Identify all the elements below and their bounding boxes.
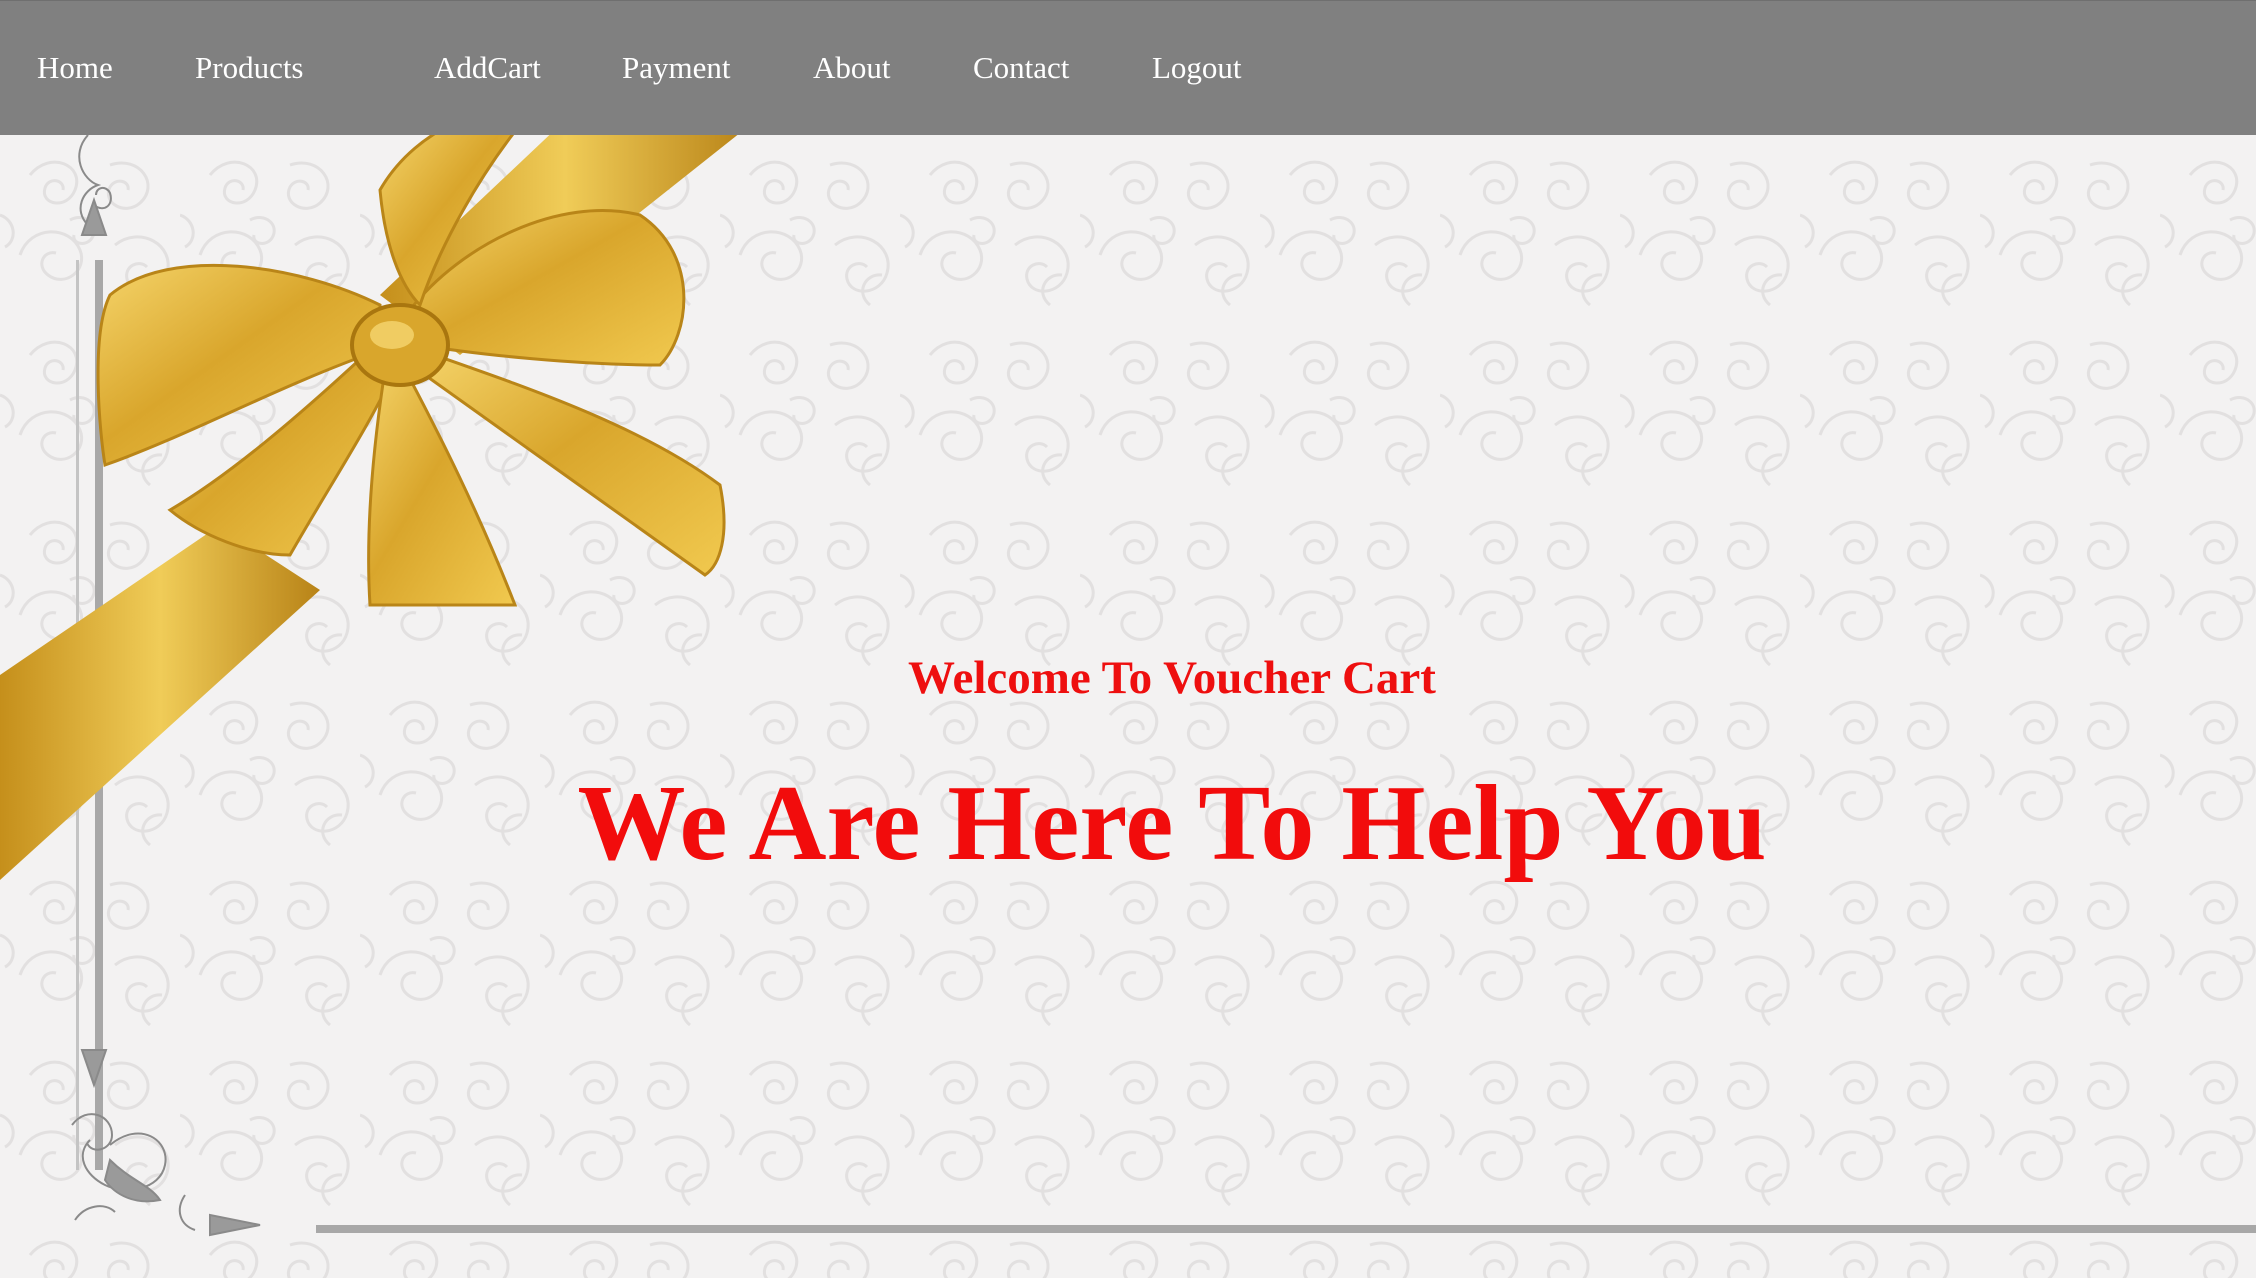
nav-home-link[interactable]: Home [37,48,113,88]
page: Home Products AddCart Payment About Cont… [0,0,2256,1278]
welcome-heading: Welcome To Voucher Cart [908,652,1436,704]
hero-banner: Welcome To Voucher Cart We Are Here To H… [0,135,2256,1278]
top-navbar: Home Products AddCart Payment About Cont… [0,0,2256,135]
nav-payment-link[interactable]: Payment [622,48,731,88]
tagline-heading: We Are Here To Help You [577,764,1767,884]
nav-logout-link[interactable]: Logout [1152,48,1242,88]
nav-addcart-link[interactable]: AddCart [434,48,541,88]
nav-about-link[interactable]: About [813,48,891,88]
nav-contact-link[interactable]: Contact [973,48,1069,88]
nav-products-link[interactable]: Products [195,48,304,88]
